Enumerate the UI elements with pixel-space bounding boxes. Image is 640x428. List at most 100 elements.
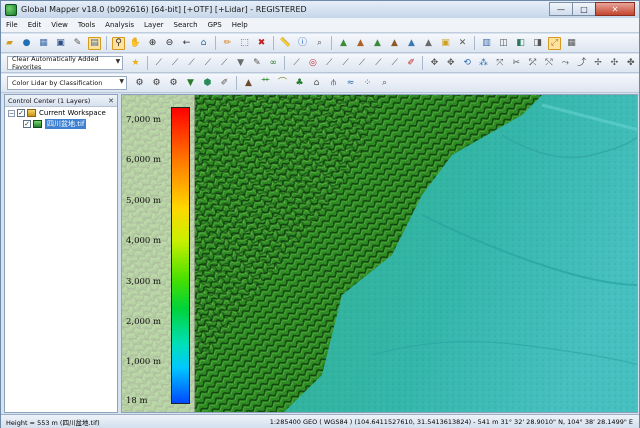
menu-search[interactable]: Search xyxy=(169,21,203,29)
collapse-icon[interactable]: − xyxy=(8,109,15,117)
snap-icon[interactable]: ✢ xyxy=(592,57,604,70)
gear-icon[interactable]: ⚙ xyxy=(133,77,146,90)
lidar-search-icon[interactable]: ⌕ xyxy=(378,77,391,90)
terrain-2-icon[interactable]: ▲ xyxy=(354,37,367,50)
offset-icon[interactable]: ✣ xyxy=(608,57,620,70)
window-4-icon[interactable]: ◨ xyxy=(531,37,544,50)
digitize-point-icon[interactable]: ⟋ xyxy=(185,57,197,70)
measure-icon[interactable]: 📏 xyxy=(279,37,292,50)
trim-icon[interactable]: ⤴ xyxy=(576,57,588,70)
lidar-classify-icon[interactable]: ⬢ xyxy=(201,77,214,90)
delete-icon[interactable]: ✖ xyxy=(255,37,268,50)
rotate-icon[interactable]: ⟲ xyxy=(461,57,473,70)
maximize-button[interactable]: □ xyxy=(572,2,596,16)
menu-file[interactable]: File xyxy=(1,21,23,29)
satellite-icon[interactable]: ✕ xyxy=(456,37,469,50)
select-box-icon[interactable]: ⬚ xyxy=(238,37,251,50)
back-arrow-icon[interactable]: ← xyxy=(180,37,193,50)
lidar-edit-icon[interactable]: ✐ xyxy=(218,77,231,90)
target-icon[interactable]: ◎ xyxy=(307,57,319,70)
map-view[interactable]: 7,000 m 6,000 m 5,000 m 4,000 m 3,000 m … xyxy=(121,94,638,413)
lidar-color-combo[interactable]: Color Lidar by Classification ▼ xyxy=(7,76,127,90)
wrench-icon[interactable]: ✎ xyxy=(71,37,84,50)
digitize-curve-icon[interactable]: ⟋ xyxy=(169,57,181,70)
terrain-5-icon[interactable]: ▲ xyxy=(405,37,418,50)
minimize-button[interactable]: — xyxy=(549,2,573,16)
tree-item-layer[interactable]: ✓ 四川盆地.tif xyxy=(23,119,87,129)
menu-help[interactable]: Help xyxy=(227,21,253,29)
noise-icon[interactable]: ⁘ xyxy=(361,77,374,90)
reshape-icon[interactable]: ⤲ xyxy=(543,57,555,70)
image-icon[interactable]: ▣ xyxy=(439,37,452,50)
move-vertex-icon[interactable]: ✥ xyxy=(428,57,440,70)
status-height: Height = 553 m (四川盆地.tif) xyxy=(6,418,100,427)
cut-icon[interactable]: ✂ xyxy=(510,57,522,70)
split-icon[interactable]: ⤧ xyxy=(494,57,506,70)
filter-icon[interactable]: ▼ xyxy=(234,57,246,70)
digitize-area-icon[interactable]: ⟋ xyxy=(202,57,214,70)
draw-shape-icon[interactable]: ⟋ xyxy=(340,57,352,70)
move-feature-icon[interactable]: ✥ xyxy=(445,57,457,70)
powerline-icon[interactable]: ⫛ xyxy=(327,77,340,90)
favorites-combo[interactable]: Clear Automatically Added Favorites ▼ xyxy=(7,55,124,71)
table-icon[interactable]: ▦ xyxy=(37,37,50,50)
gear-settings-icon[interactable]: ⚙ xyxy=(150,77,163,90)
layer-checkbox[interactable]: ✓ xyxy=(23,120,31,128)
terrain-6-icon[interactable]: ▲ xyxy=(422,37,435,50)
layers-icon[interactable]: ▤ xyxy=(88,36,101,50)
workspace-checkbox[interactable]: ✓ xyxy=(17,109,25,117)
building-icon[interactable]: ⌂ xyxy=(310,77,323,90)
digitize-edit-icon[interactable]: ⟋ xyxy=(218,57,230,70)
window-3-icon[interactable]: ◧ xyxy=(514,37,527,50)
terrain-4-icon[interactable]: ▲ xyxy=(388,37,401,50)
zoom-in-icon[interactable]: ⊕ xyxy=(146,37,159,50)
gear-options-icon[interactable]: ⚙ xyxy=(167,77,180,90)
menu-gps[interactable]: GPS xyxy=(203,21,227,29)
home-icon[interactable]: ⌂ xyxy=(197,37,210,50)
ground-icon[interactable]: ⌒ xyxy=(276,77,289,90)
zoom-out-icon[interactable]: ⊖ xyxy=(163,37,176,50)
copy-feature-icon[interactable]: ✤ xyxy=(625,57,637,70)
brush-icon[interactable]: ⟋ xyxy=(389,57,401,70)
extend-icon[interactable]: ⤳ xyxy=(559,57,571,70)
save-icon[interactable]: ▣ xyxy=(54,37,67,50)
digitize-line-icon[interactable]: ⟋ xyxy=(153,57,165,70)
merge-icon[interactable]: ⤱ xyxy=(526,57,538,70)
menu-edit[interactable]: Edit xyxy=(23,21,47,29)
pan-tool-icon[interactable]: ✋ xyxy=(129,37,142,50)
menu-view[interactable]: View xyxy=(46,21,73,29)
menu-tools[interactable]: Tools xyxy=(73,21,100,29)
close-button[interactable]: ✕ xyxy=(595,2,635,16)
pencil-icon[interactable]: ✏ xyxy=(221,37,234,50)
pen-icon[interactable]: ✎ xyxy=(251,57,263,70)
paint-icon[interactable]: ✐ xyxy=(405,57,417,70)
window-1-icon[interactable]: ▥ xyxy=(480,37,493,50)
menu-layer[interactable]: Layer xyxy=(139,21,169,29)
tree-item-workspace[interactable]: − ✓ Current Workspace xyxy=(8,109,106,117)
menu-analysis[interactable]: Analysis xyxy=(100,21,139,29)
window-5-icon[interactable]: ⤢ xyxy=(548,36,561,50)
mountain-icon[interactable]: ▲ xyxy=(242,77,255,90)
draw-polyline-icon[interactable]: ⟋ xyxy=(372,57,384,70)
draw-line-icon[interactable]: ⟋ xyxy=(290,57,302,70)
window-2-icon[interactable]: ◫ xyxy=(497,37,510,50)
zoom-tool-icon[interactable]: ⚲ xyxy=(112,36,125,50)
info-icon[interactable]: ⓘ xyxy=(296,37,309,50)
lidar-filter-icon[interactable]: ▼ xyxy=(184,77,197,90)
control-center-title: Control Center (1 Layers) xyxy=(8,96,91,105)
star-icon[interactable]: ★ xyxy=(129,57,141,70)
open-folder-icon[interactable]: ▰ xyxy=(3,37,16,50)
terrain-1-icon[interactable]: ▲ xyxy=(337,37,350,50)
window-6-icon[interactable]: ▦ xyxy=(565,37,578,50)
water-icon[interactable]: ≈ xyxy=(344,77,357,90)
link-icon[interactable]: ∞ xyxy=(267,57,279,70)
terrain-3-icon[interactable]: ▲ xyxy=(371,37,384,50)
globe-icon[interactable]: ● xyxy=(20,37,33,50)
node-edit-icon[interactable]: ⁂ xyxy=(477,57,489,70)
grass-icon[interactable]: ⺾ xyxy=(259,77,272,90)
search-map-icon[interactable]: ⌕ xyxy=(313,37,326,50)
draw-path-icon[interactable]: ⟋ xyxy=(323,57,335,70)
tree-icon[interactable]: ♣ xyxy=(293,77,306,90)
draw-segment-icon[interactable]: ⟋ xyxy=(356,57,368,70)
close-icon[interactable]: ✕ xyxy=(108,97,114,105)
